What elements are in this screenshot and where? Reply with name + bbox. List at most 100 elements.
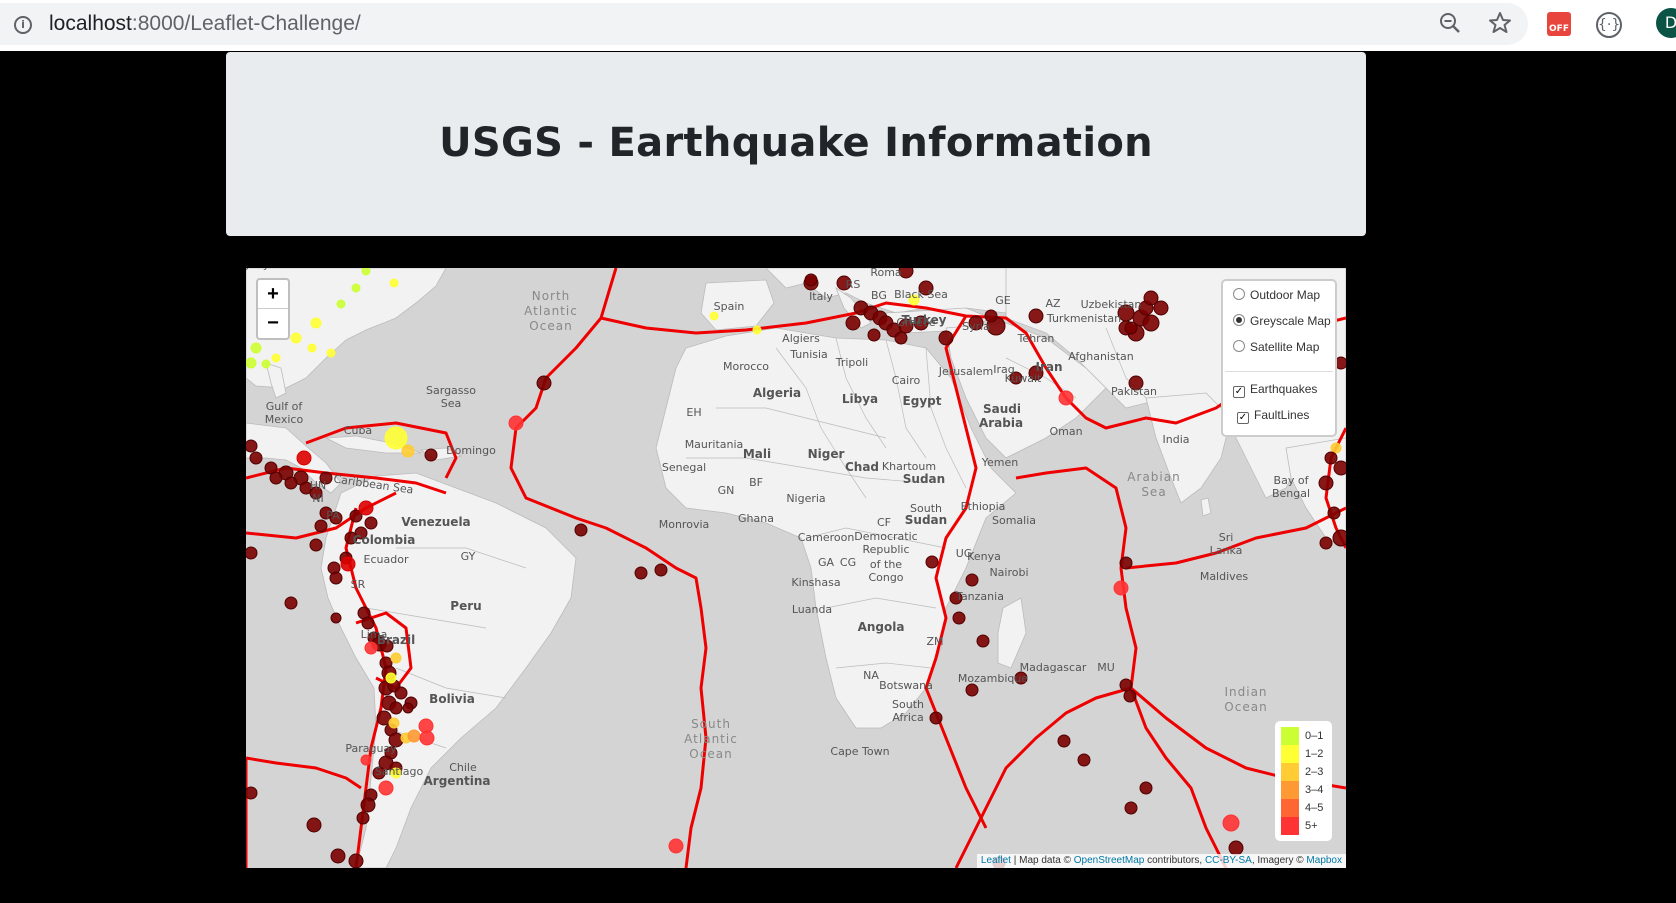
earthquake-marker[interactable] xyxy=(1332,529,1346,547)
earthquake-marker[interactable] xyxy=(1319,536,1333,550)
profile-avatar[interactable]: D xyxy=(1656,8,1676,38)
earthquake-marker[interactable] xyxy=(246,786,258,800)
earthquake-marker[interactable] xyxy=(306,817,322,833)
earthquake-marker[interactable] xyxy=(284,596,298,610)
earthquake-marker[interactable] xyxy=(1077,753,1091,767)
earthquake-marker[interactable] xyxy=(246,357,257,369)
earthquake-marker[interactable] xyxy=(1222,814,1240,832)
earthquake-marker[interactable] xyxy=(407,729,421,743)
earthquake-marker[interactable] xyxy=(965,573,979,587)
earthquake-marker[interactable] xyxy=(310,317,322,329)
earthquake-marker[interactable] xyxy=(1057,734,1071,748)
earthquake-marker[interactable] xyxy=(307,343,317,353)
earthquake-map[interactable]: North Atlantic Ocean South Atlantic Ocea… xyxy=(246,268,1346,868)
base-layer-outdoor[interactable]: Outdoor Map xyxy=(1233,286,1320,304)
earthquake-marker[interactable] xyxy=(1142,314,1160,332)
zoom-out-button[interactable]: − xyxy=(258,309,288,337)
earthquake-marker[interactable] xyxy=(361,268,371,276)
base-layer-greyscale[interactable]: Greyscale Map xyxy=(1233,312,1331,330)
license-link[interactable]: CC-BY-SA xyxy=(1205,855,1252,866)
earthquake-marker[interactable] xyxy=(389,278,399,288)
earthquake-marker[interactable] xyxy=(314,519,328,533)
earthquake-marker[interactable] xyxy=(1124,321,1138,335)
earthquake-marker[interactable] xyxy=(330,848,346,864)
earthquake-marker[interactable] xyxy=(401,444,415,458)
base-layer-satellite[interactable]: Satellite Map xyxy=(1233,338,1319,356)
radio-outdoor[interactable] xyxy=(1233,288,1245,300)
earthquake-marker[interactable] xyxy=(364,516,378,530)
earthquake-marker[interactable] xyxy=(296,450,312,466)
earthquake-marker[interactable] xyxy=(340,556,356,572)
bookmark-star-icon[interactable] xyxy=(1487,10,1513,36)
earthquake-marker[interactable] xyxy=(351,283,361,293)
earthquake-marker[interactable] xyxy=(384,426,408,450)
earthquake-marker[interactable] xyxy=(929,711,943,725)
radio-satellite[interactable] xyxy=(1233,340,1245,352)
earthquake-marker[interactable] xyxy=(1318,475,1334,491)
earthquake-marker[interactable] xyxy=(326,348,336,358)
checkbox-earthquakes[interactable]: ✓ xyxy=(1233,386,1245,398)
earthquake-marker[interactable] xyxy=(378,780,394,796)
earthquake-marker[interactable] xyxy=(1333,460,1346,476)
earthquake-marker[interactable] xyxy=(394,686,408,700)
earthquake-marker[interactable] xyxy=(1124,801,1138,815)
earthquake-marker[interactable] xyxy=(246,439,258,453)
earthquake-marker[interactable] xyxy=(1327,506,1341,520)
earthquake-marker[interactable] xyxy=(894,331,908,345)
earthquake-marker[interactable] xyxy=(845,315,861,331)
earthquake-marker[interactable] xyxy=(1058,390,1074,406)
earthquake-marker[interactable] xyxy=(250,342,262,354)
earthquake-marker[interactable] xyxy=(364,641,378,655)
zoom-icon[interactable] xyxy=(1437,10,1463,36)
earthquake-marker[interactable] xyxy=(1330,442,1342,454)
radio-greyscale[interactable] xyxy=(1233,314,1245,326)
earthquake-marker[interactable] xyxy=(752,325,762,335)
mapbox-link[interactable]: Mapbox xyxy=(1306,855,1342,866)
earthquake-marker[interactable] xyxy=(358,500,374,516)
earthquake-marker[interactable] xyxy=(388,717,400,729)
zoom-in-button[interactable]: + xyxy=(258,280,288,309)
earthquake-marker[interactable] xyxy=(976,634,990,648)
earthquake-marker[interactable] xyxy=(389,701,403,715)
overlay-earthquakes[interactable]: ✓ Earthquakes xyxy=(1233,380,1317,398)
earthquake-marker[interactable] xyxy=(634,566,648,580)
earthquake-marker[interactable] xyxy=(508,415,524,431)
earthquake-marker[interactable] xyxy=(360,754,372,766)
earthquake-marker[interactable] xyxy=(938,330,954,346)
earthquake-marker[interactable] xyxy=(290,332,302,344)
earthquake-marker[interactable] xyxy=(419,730,435,746)
earthquake-marker[interactable] xyxy=(925,555,939,569)
earthquake-marker[interactable] xyxy=(536,375,552,391)
earthquake-marker[interactable] xyxy=(246,546,258,560)
address-bar[interactable]: i localhost:8000/Leaflet-Challenge/ xyxy=(0,3,1528,45)
earthquake-marker[interactable] xyxy=(965,683,979,697)
earthquake-marker[interactable] xyxy=(269,471,283,485)
earthquake-marker[interactable] xyxy=(249,451,263,465)
earthquake-marker[interactable] xyxy=(284,476,298,490)
earthquake-marker[interactable] xyxy=(1113,580,1129,596)
earthquake-marker[interactable] xyxy=(329,571,343,585)
earthquake-marker[interactable] xyxy=(1028,308,1044,324)
extension-off-icon[interactable]: OFF xyxy=(1547,12,1571,36)
earthquake-marker[interactable] xyxy=(1324,451,1338,465)
leaflet-link[interactable]: Leaflet xyxy=(981,855,1011,866)
earthquake-marker[interactable] xyxy=(867,328,881,342)
checkbox-faultlines[interactable]: ✓ xyxy=(1237,412,1249,424)
earthquake-marker[interactable] xyxy=(402,702,414,714)
site-info-icon[interactable]: i xyxy=(14,16,32,34)
earthquake-marker[interactable] xyxy=(424,448,438,462)
earthquake-marker[interactable] xyxy=(360,797,376,813)
earthquake-marker[interactable] xyxy=(668,838,684,854)
earthquake-marker[interactable] xyxy=(309,538,323,552)
earthquake-marker[interactable] xyxy=(336,299,346,309)
earthquake-marker[interactable] xyxy=(348,853,364,868)
earthquake-marker[interactable] xyxy=(1228,840,1244,856)
earthquake-marker[interactable] xyxy=(1123,689,1137,703)
overlay-faultlines[interactable]: ✓ FaultLines xyxy=(1237,406,1309,424)
earthquake-marker[interactable] xyxy=(952,611,966,625)
earthquake-marker[interactable] xyxy=(1139,781,1153,795)
osm-link[interactable]: OpenStreetMap xyxy=(1074,855,1145,866)
earthquake-marker[interactable] xyxy=(261,359,271,369)
earthquake-marker[interactable] xyxy=(330,612,342,624)
url-text[interactable]: localhost:8000/Leaflet-Challenge/ xyxy=(49,12,361,36)
